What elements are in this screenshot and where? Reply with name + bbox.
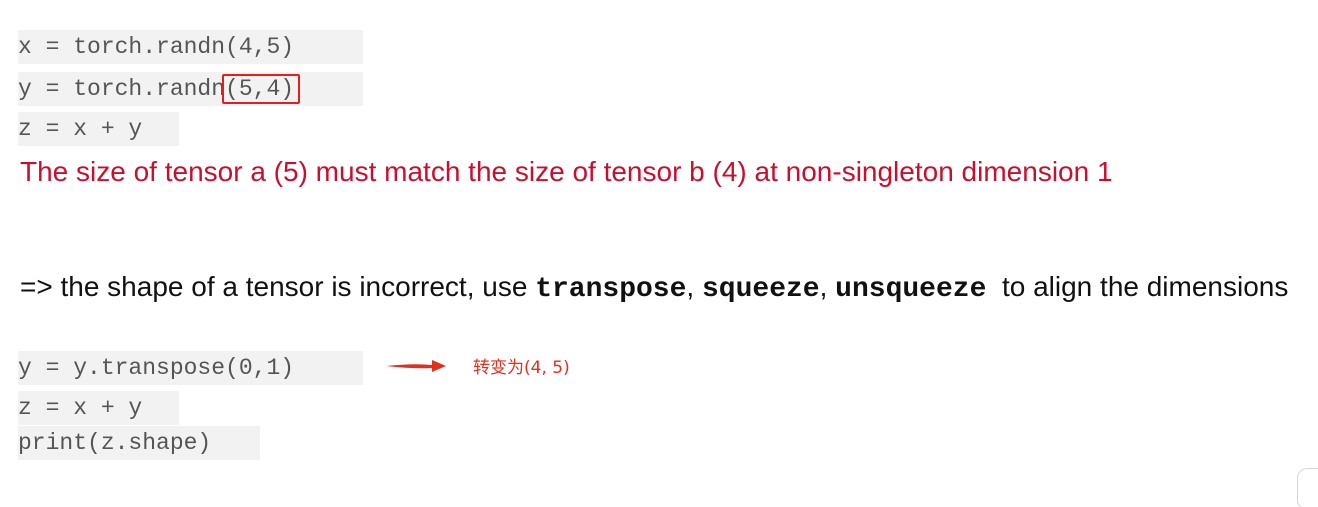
code-text: x = torch.randn(4,5)	[18, 34, 295, 60]
annotation-note: 转变为(4, 5)	[473, 358, 570, 378]
code-line: print(z.shape)	[18, 426, 260, 460]
code-line: z = x + y	[18, 112, 179, 146]
error-message: The size of tensor a (5) must match the …	[20, 156, 1113, 187]
function-name: transpose	[535, 274, 687, 305]
code-text: y = y.transpose(0,1)	[18, 355, 295, 381]
highlight-box: (5,4)	[222, 74, 301, 104]
code-text: y = torch.randn	[18, 76, 226, 102]
code-text: z = x + y	[18, 116, 143, 142]
function-name: squeeze	[701, 274, 820, 305]
code-line: y = y.transpose(0,1)	[18, 351, 363, 385]
explanation-prefix: => the shape of a tensor is incorrect, u…	[20, 271, 536, 302]
side-panel-handle[interactable]	[1297, 468, 1318, 507]
code-text: z = x + y	[18, 395, 143, 421]
arrow-right-icon	[386, 360, 446, 372]
slide: x = torch.randn(4,5) y = torch.randn(5,4…	[0, 0, 1318, 507]
separator: ,	[819, 271, 836, 302]
code-line: x = torch.randn(4,5)	[18, 30, 363, 64]
separator: ,	[686, 271, 702, 302]
code-line: z = x + y	[18, 391, 179, 425]
explanation-suffix: to align the dimensions	[986, 271, 1289, 302]
function-name: unsqueeze	[835, 274, 987, 305]
explanation-text: => the shape of a tensor is incorrect, u…	[20, 265, 1310, 311]
code-line: y = torch.randn(5,4)	[18, 72, 363, 106]
code-text: print(z.shape)	[18, 430, 212, 456]
